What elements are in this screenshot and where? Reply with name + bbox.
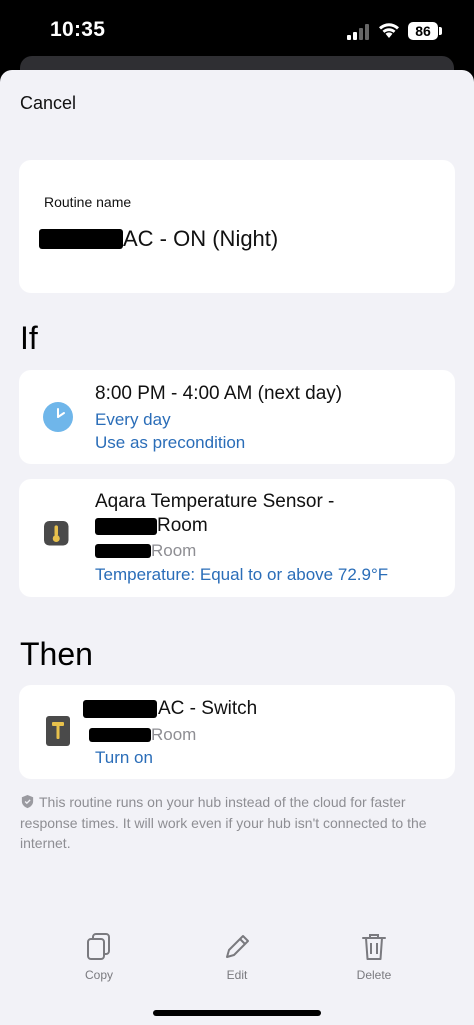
pencil-icon	[226, 935, 249, 958]
hub-footnote: This routine runs on your hub instead of…	[20, 792, 450, 854]
routine-sheet: Cancel Routine name AC - ON (Night) If 8…	[0, 70, 474, 1025]
redaction-bar	[83, 700, 157, 718]
redaction-bar	[95, 517, 157, 535]
routine-name-value: AC - ON (Night)	[123, 226, 279, 251]
copy-icon	[87, 933, 110, 960]
action-detail[interactable]: Turn on	[95, 748, 153, 768]
copy-label: Copy	[84, 968, 113, 982]
shield-icon	[21, 794, 34, 809]
home-indicator[interactable]	[153, 1010, 321, 1016]
then-section-title: Then	[20, 636, 93, 672]
edit-button[interactable]: Edit	[207, 932, 267, 982]
wifi-icon	[379, 23, 399, 38]
battery-cap	[439, 27, 442, 35]
status-time: 10:35	[50, 18, 106, 41]
redaction-bar	[39, 229, 123, 249]
routine-name-label: Routine name	[44, 194, 132, 210]
edit-label: Edit	[226, 968, 248, 982]
thermometer-icon	[44, 521, 69, 546]
battery-indicator: 86	[408, 22, 438, 40]
cancel-button[interactable]: Cancel	[20, 93, 76, 114]
cellular-signal-icon	[347, 24, 369, 40]
time-condition-title: 8:00 PM - 4:00 AM (next day)	[95, 383, 343, 404]
trash-icon	[362, 934, 386, 960]
time-condition-schedule[interactable]: Every day	[95, 410, 171, 430]
delete-button[interactable]: Delete	[344, 932, 404, 982]
clock-icon	[43, 402, 73, 432]
temperature-condition-room: Room	[95, 541, 196, 561]
action-card[interactable]: AC - Switch Room Turn on	[19, 685, 455, 779]
action-title: AC - Switch	[83, 698, 257, 720]
redaction-bar	[95, 544, 151, 558]
action-room: Room	[89, 725, 196, 745]
temperature-condition-title-room: Room	[95, 515, 208, 537]
routine-name-field[interactable]: AC - ON (Night)	[39, 226, 278, 252]
temperature-condition-card[interactable]: Aqara Temperature Sensor - Room Room Tem…	[19, 479, 455, 597]
redaction-bar	[89, 728, 151, 742]
time-condition-precondition[interactable]: Use as precondition	[95, 433, 245, 453]
delete-label: Delete	[356, 968, 392, 982]
if-section-title: If	[20, 320, 38, 356]
temperature-condition-title: Aqara Temperature Sensor -	[95, 491, 335, 512]
temperature-condition-detail[interactable]: Temperature: Equal to or above 72.9°F	[95, 565, 388, 585]
routine-name-card[interactable]: Routine name AC - ON (Night)	[19, 160, 455, 293]
switch-icon	[46, 716, 70, 746]
copy-button[interactable]: Copy	[69, 932, 129, 982]
hub-footnote-text: This routine runs on your hub instead of…	[20, 794, 427, 851]
time-condition-card[interactable]: 8:00 PM - 4:00 AM (next day) Every day U…	[19, 370, 455, 464]
